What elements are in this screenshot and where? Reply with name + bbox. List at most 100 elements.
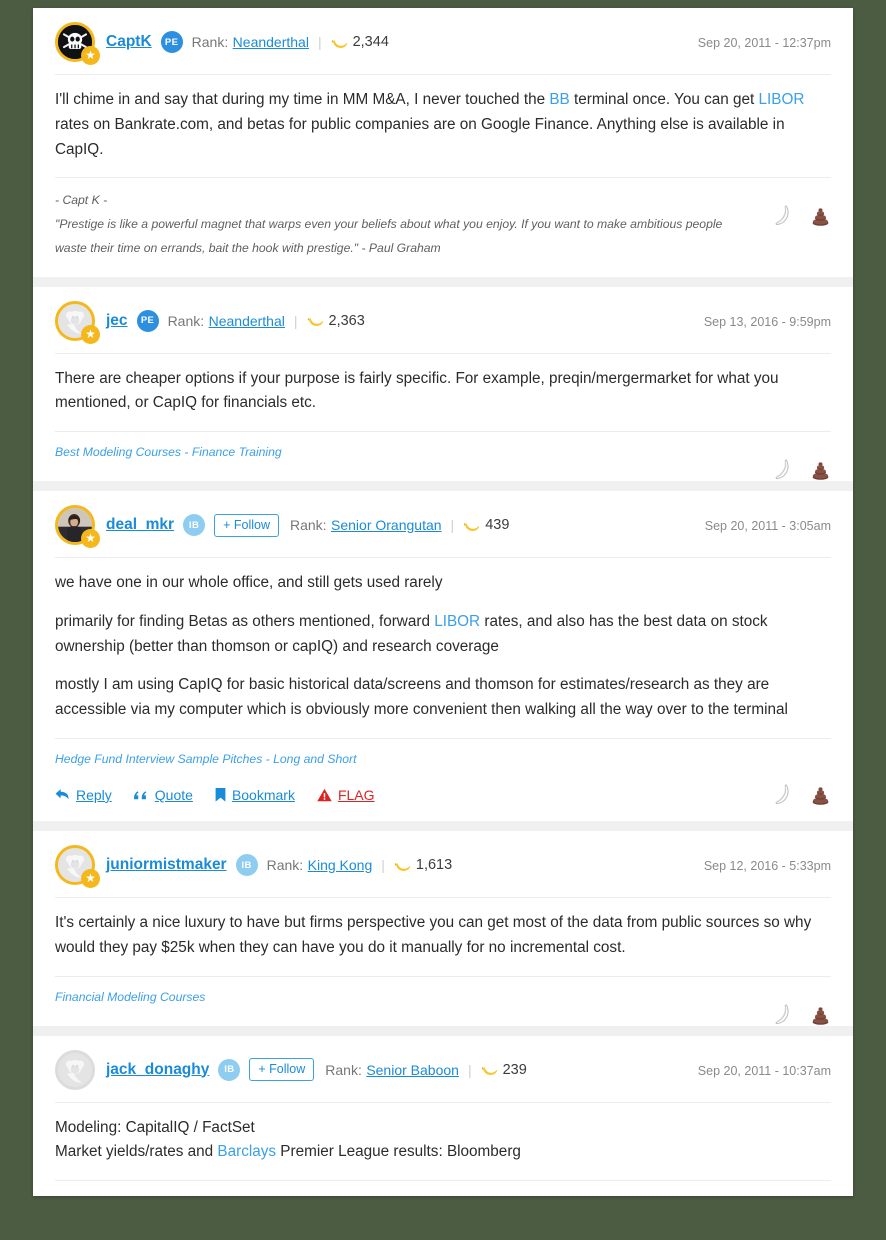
post-paragraph: Market yields/rates and Barclays Premier… <box>55 1140 831 1165</box>
banana-upvote-button[interactable] <box>772 783 794 807</box>
rank-value-link[interactable]: Senior Orangutan <box>331 517 442 533</box>
post-author-link[interactable]: jec <box>106 312 128 330</box>
signature-line: "Prestige is like a powerful magnet that… <box>55 217 723 255</box>
star-badge-icon: ★ <box>81 869 100 888</box>
poop-downvote-button[interactable] <box>810 784 831 806</box>
post-paragraph: mostly I am using CapIQ for basic histor… <box>55 673 831 723</box>
body-text: terminal once. You can get <box>569 91 759 108</box>
post-paragraph: There are cheaper options if your purpos… <box>55 367 831 417</box>
post-body: I'll chime in and say that during my tim… <box>55 74 831 162</box>
body-text: There are cheaper options if your purpos… <box>55 369 779 412</box>
post-paragraph: we have one in our whole office, and sti… <box>55 571 831 596</box>
follow-button[interactable]: + Follow <box>249 1058 315 1082</box>
body-text: Market yields/rates and <box>55 1143 218 1161</box>
banana-upvote-button[interactable] <box>772 458 794 482</box>
user-group-badge[interactable]: IB <box>218 1058 241 1081</box>
banana-icon <box>481 1067 497 1075</box>
forum-thread-card: ★ CaptK PE Rank: Neanderthal | 2,344 Sep 20, 2… <box>33 8 853 1196</box>
post-body: we have one in our whole office, and sti… <box>55 557 831 723</box>
inline-link[interactable]: LIBOR <box>434 613 480 630</box>
rank-label: Rank: <box>325 1061 362 1078</box>
banana-count-value: 239 <box>502 1061 527 1078</box>
user-group-badge[interactable]: PE <box>136 309 159 332</box>
banana-icon <box>331 39 347 48</box>
post-header: ★ jec PE Rank: Neanderthal | 2,363 Sep 13, 201… <box>55 300 831 344</box>
post-author-link[interactable]: CaptK <box>106 33 152 51</box>
vote-controls <box>772 458 831 482</box>
reply-button[interactable]: Reply <box>55 787 112 803</box>
quote-button[interactable]: Quote <box>133 787 193 803</box>
body-text: Modeling: CapitalIQ / FactSet <box>55 1118 255 1136</box>
post-actions: Reply Quote Bookmark FLAG <box>55 783 831 807</box>
banana-upvote-button[interactable] <box>772 204 794 228</box>
banana-upvote-button[interactable] <box>772 1003 794 1027</box>
post-header: ★ juniormistmaker IB Rank: King Kong | 1,613 S… <box>55 845 831 888</box>
inline-link[interactable]: BB <box>549 91 569 108</box>
user-group-badge[interactable]: IB <box>183 514 206 537</box>
warning-triangle-icon <box>317 788 332 802</box>
forum-post: ★ CaptK PE Rank: Neanderthal | 2,344 Sep 20, 2… <box>33 8 853 277</box>
post-timestamp: Sep 12, 2016 - 5:33pm <box>703 859 831 873</box>
post-author-link[interactable]: jack_donaghy <box>106 1061 209 1079</box>
post-author-link[interactable]: juniormistmaker <box>106 856 227 874</box>
body-text: we have one in our whole office, and sti… <box>55 574 443 592</box>
related-content-link[interactable]: Investment Banking Interview Questions a… <box>55 1194 346 1196</box>
banana-icon <box>464 522 480 531</box>
banana-count-value: 2,344 <box>352 34 389 50</box>
post-signature: Financial Modeling Courses <box>55 975 831 1025</box>
avatar[interactable]: ★ <box>55 300 100 344</box>
related-content-link[interactable]: Best Modeling Courses - Finance Training <box>55 445 282 459</box>
poop-vote-icon <box>812 787 829 805</box>
related-content-link[interactable]: Financial Modeling Courses <box>55 990 205 1004</box>
poop-downvote-button[interactable] <box>810 459 831 481</box>
banana-count: 1,613 <box>394 857 452 873</box>
poop-vote-icon <box>812 462 829 480</box>
star-badge-icon: ★ <box>81 324 100 344</box>
inline-link[interactable]: Barclays <box>217 1143 276 1160</box>
divider: | <box>293 312 298 329</box>
rank-value-link[interactable]: Neanderthal <box>233 34 309 50</box>
post-header: jack_donaghy IB + Follow Rank: Senior Baboo… <box>55 1049 831 1092</box>
avatar[interactable] <box>55 1049 95 1090</box>
banana-icon <box>394 862 410 871</box>
bookmark-label: Bookmark <box>231 787 295 803</box>
star-badge-icon: ★ <box>81 46 100 65</box>
post-paragraph: Modeling: CapitalIQ / FactSet <box>55 1116 831 1141</box>
flag-button[interactable]: FLAG <box>317 787 375 803</box>
rank-value-link[interactable]: King Kong <box>308 857 373 873</box>
forum-post: jack_donaghy IB + Follow Rank: Senior Baboo… <box>33 1025 853 1196</box>
avatar-monkey-art <box>58 1052 92 1087</box>
reply-arrow-icon <box>55 789 69 800</box>
user-group-badge[interactable]: IB <box>235 854 258 876</box>
reply-label: Reply <box>76 787 112 803</box>
divider: | <box>317 34 322 50</box>
post-signature: - Capt K - "Prestige is like a powerful m… <box>55 177 831 260</box>
user-group-badge[interactable]: PE <box>160 31 183 53</box>
banana-count: 2,344 <box>331 34 389 50</box>
bookmark-button[interactable]: Bookmark <box>215 787 295 803</box>
rank-value-link[interactable]: Senior Baboon <box>366 1062 459 1078</box>
divider: | <box>467 1061 472 1078</box>
rank-value-link[interactable]: Neanderthal <box>209 313 285 329</box>
inline-link[interactable]: LIBOR <box>759 91 805 108</box>
post-signature: Best Modeling Courses - Finance Training <box>55 431 831 480</box>
post-signature: Hedge Fund Interview Sample Pitches - Lo… <box>55 738 831 772</box>
avatar[interactable]: ★ <box>55 505 100 549</box>
related-content-link[interactable]: Hedge Fund Interview Sample Pitches - Lo… <box>55 752 356 766</box>
follow-button[interactable]: + Follow <box>214 513 279 537</box>
post-timestamp: Sep 20, 2011 - 3:05am <box>704 519 831 534</box>
poop-downvote-button[interactable] <box>810 1004 831 1026</box>
post-paragraph: I'll chime in and say that during my tim… <box>55 88 831 162</box>
body-text: primarily for finding Betas as others me… <box>55 612 435 630</box>
banana-vote-icon <box>775 459 789 480</box>
vote-controls <box>772 1003 831 1027</box>
quote-label: Quote <box>154 787 193 803</box>
post-timestamp: Sep 13, 2016 - 9:59pm <box>703 314 831 329</box>
rank-label: Rank: <box>289 517 327 534</box>
post-paragraph: primarily for finding Betas as others me… <box>55 610 831 660</box>
avatar[interactable]: ★ <box>55 22 100 65</box>
avatar[interactable]: ★ <box>55 845 100 888</box>
post-author-link[interactable]: deal_mkr <box>106 516 174 534</box>
poop-downvote-button[interactable] <box>810 205 831 227</box>
rank-label: Rank: <box>266 857 304 873</box>
